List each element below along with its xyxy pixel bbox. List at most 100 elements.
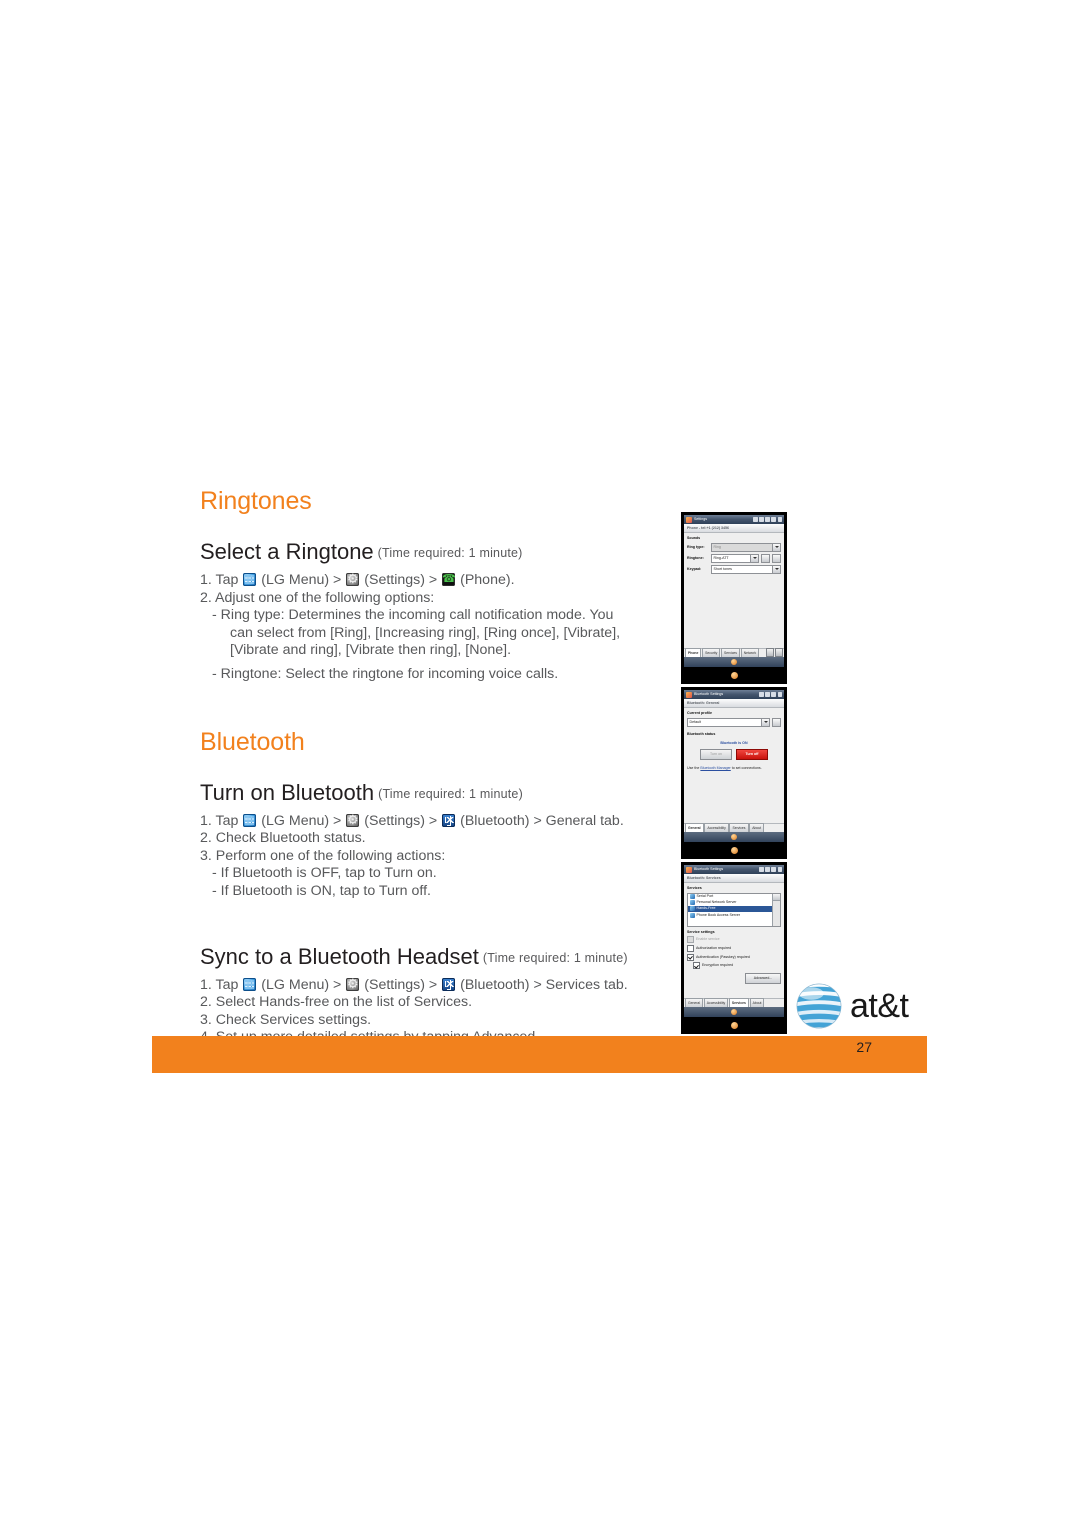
tab-about[interactable]: About	[749, 998, 765, 1007]
keypad-value: Short tones	[713, 566, 732, 571]
step-item: - If Bluetooth is OFF, tap to Turn on.	[212, 865, 437, 882]
services-listbox[interactable]: Serial Port Personal Network Server Hand…	[687, 892, 781, 927]
setting-label: Authentication (Passkey) required	[696, 954, 750, 959]
settings-gear-icon	[346, 977, 360, 991]
chevron-down-icon[interactable]	[761, 718, 769, 726]
att-logo: at&t	[795, 978, 927, 1033]
lg-menu-icon	[243, 573, 257, 586]
field-keypad: Keypad: Short tones	[687, 564, 781, 574]
checkbox-enable-service[interactable]	[687, 936, 694, 943]
network-icon	[753, 517, 758, 522]
setting-encryption-required[interactable]: Encryption required	[687, 962, 781, 970]
scroll-up-button[interactable]	[773, 893, 780, 901]
start-menu-icon[interactable]	[731, 834, 737, 840]
step-tap-label: 1. Tap	[200, 976, 239, 993]
tab-security[interactable]: Security	[702, 648, 721, 657]
tab-scroll-controls	[766, 648, 783, 657]
turn-off-button[interactable]: Turn off	[736, 748, 768, 760]
list-item[interactable]: Phone Book Access Server	[688, 912, 780, 918]
setting-authorization-required[interactable]: Authorization required	[687, 944, 781, 952]
window-subtitle: Bluetooth: Services	[684, 874, 784, 883]
edit-profile-button[interactable]	[772, 717, 781, 727]
tab-phone[interactable]: Phone	[685, 648, 702, 657]
bluetooth-app-icon	[686, 691, 692, 698]
ringtone-value: Ring-ATT	[713, 555, 729, 560]
service-label: Hands-Free	[696, 906, 716, 911]
volume-icon	[771, 867, 776, 872]
lg-menu-icon	[243, 977, 257, 991]
att-wordmark: at&t	[850, 986, 909, 1025]
section-heading-ringtones: Ringtones	[200, 487, 312, 515]
softkey-bar	[684, 657, 784, 667]
services-scrollbar[interactable]	[772, 893, 780, 926]
home-button-icon[interactable]	[730, 672, 738, 679]
tab-scroll-left-button[interactable]	[766, 648, 775, 657]
tab-services[interactable]: Services	[721, 648, 741, 657]
window-body: Sounds Ring type: Ring Ringtone: Ring-AT…	[684, 533, 784, 650]
softkey-bar	[684, 1007, 784, 1017]
lg-menu-label: (LG Menu) >	[261, 812, 342, 829]
chevron-down-icon[interactable]	[772, 565, 780, 573]
service-icon	[690, 894, 695, 900]
signal-icon	[765, 517, 770, 522]
tab-services[interactable]: Services	[729, 823, 749, 832]
start-menu-icon[interactable]	[731, 659, 737, 665]
settings-label: (Settings) >	[364, 976, 438, 993]
step-item: [Vibrate and ring], [Vibrate then ring],…	[230, 642, 512, 659]
checkbox-authorization-required[interactable]	[687, 944, 694, 952]
screenshot-phone-settings: Settings Phone - tel:+1 (212) 3456 Sound…	[681, 512, 787, 684]
field-label: Keypad:	[687, 566, 702, 571]
window-subtitle: Bluetooth: General	[684, 699, 784, 708]
bluetooth-status-value: Bluetooth is ON	[720, 740, 748, 745]
stop-ringtone-button[interactable]	[772, 553, 781, 563]
window-tabbar: General Accessibility Services About	[684, 823, 784, 832]
checkbox-encryption-required[interactable]	[693, 962, 700, 970]
chevron-down-icon[interactable]	[750, 554, 758, 562]
tab-general[interactable]: General	[685, 998, 704, 1007]
turn-on-button[interactable]: Turn on	[700, 748, 732, 760]
tab-general[interactable]: General	[685, 823, 704, 832]
battery-icon	[777, 517, 782, 522]
checkbox-authentication-required[interactable]	[687, 953, 694, 961]
settings-gear-icon	[346, 813, 360, 827]
bluetooth-services-label: (Bluetooth) > Services tab.	[460, 976, 628, 993]
task-title-text: Sync to a Bluetooth Headset	[200, 943, 479, 969]
device-screen: Settings Phone - tel:+1 (212) 3456 Sound…	[684, 515, 784, 667]
service-label: Serial Port	[696, 894, 714, 899]
ring-type-select[interactable]: Ring	[711, 542, 781, 552]
home-button-icon[interactable]	[730, 1022, 738, 1029]
bluetooth-icon	[442, 977, 456, 991]
bluetooth-power-buttons: Turn on Turn off	[687, 748, 781, 760]
step-item: - Ringtone: Select the ringtone for inco…	[212, 665, 559, 682]
bluetooth-manager-link[interactable]: Bluetooth Manager	[700, 766, 730, 770]
tab-services[interactable]: Services	[728, 998, 749, 1007]
ringtone-select[interactable]: Ring-ATT	[711, 553, 759, 563]
signal-icon	[765, 692, 770, 697]
tab-scroll-right-button[interactable]	[775, 648, 783, 657]
bluetooth-manager-hint: Use the Bluetooth Manager to set connect…	[687, 766, 781, 771]
setting-authentication-required[interactable]: Authentication (Passkey) required	[687, 953, 781, 961]
start-menu-icon[interactable]	[731, 1009, 737, 1015]
hint-suffix: to set connections.	[731, 765, 762, 770]
signal-icon	[765, 867, 770, 872]
keypad-select[interactable]: Short tones	[711, 564, 781, 574]
hint-prefix: Use the	[687, 765, 700, 770]
advanced-button[interactable]: Advanced...	[745, 973, 781, 985]
home-button-icon[interactable]	[730, 847, 738, 854]
step-item: 2. Adjust one of the following options:	[200, 589, 435, 606]
tab-about[interactable]: About	[749, 823, 765, 832]
chevron-down-icon[interactable]	[772, 543, 780, 551]
tab-accessibility[interactable]: Accessibility	[703, 998, 729, 1007]
step-item: - Ring type: Determines the incoming cal…	[212, 607, 614, 624]
bluetooth-app-icon	[686, 866, 692, 873]
tab-accessibility[interactable]: Accessibility	[704, 823, 729, 832]
play-ringtone-button[interactable]	[761, 553, 770, 563]
footer-bar: 27	[152, 1036, 927, 1073]
tab-network[interactable]: Network	[740, 648, 760, 657]
current-profile-select[interactable]: Default	[687, 717, 770, 727]
setting-enable-service[interactable]: Enable service	[687, 936, 781, 943]
device-hardware-bezel	[681, 1017, 787, 1034]
task-turn-on-bluetooth: Turn on Bluetooth (Time required: 1 minut…	[200, 780, 680, 901]
service-icon	[690, 906, 695, 912]
steps-turn-on-bluetooth: 1. Tap (LG Menu) > (Settings) > (Bluetoo…	[200, 813, 680, 901]
